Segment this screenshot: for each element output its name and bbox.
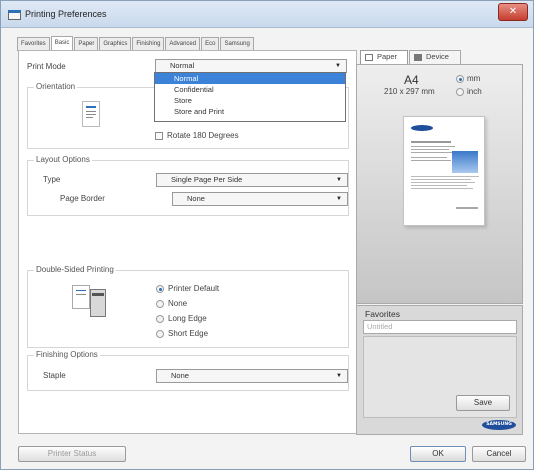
favorites-title: Favorites [365,309,400,319]
window-title: Printing Preferences [25,9,107,19]
preview-tab-paper[interactable]: Paper [360,50,408,64]
duplex-short-edge-radio[interactable] [156,330,164,338]
tab-basic[interactable]: Basic [50,36,74,51]
tab-paper[interactable]: Paper [74,37,99,51]
preview-tab-device-label: Device [426,52,449,61]
print-mode-select[interactable]: Normal ▼ [155,59,347,73]
page-border-value: None [187,194,205,203]
cancel-button[interactable]: Cancel [472,446,526,462]
portrait-page-icon [82,101,100,127]
preview-tab-paper-label: Paper [377,52,398,61]
print-mode-dropdown-list: Normal Confidential Store Store and Prin… [154,72,346,122]
duplex-printing-icon [70,281,110,321]
tab-finishing[interactable]: Finishing [132,37,165,51]
unit-inch-label: inch [467,87,482,96]
orientation-title: Orientation [34,82,78,91]
tab-eco[interactable]: Eco [201,37,220,51]
double-sided-group: Double-Sided Printing Printer Default No… [27,265,349,348]
chevron-down-icon: ▼ [336,196,342,202]
unit-inch-radio[interactable] [456,88,464,96]
staple-value: None [171,371,189,380]
rotate-180-label: Rotate 180 Degrees [167,131,239,140]
preview-tab-device[interactable]: Device [409,50,461,64]
page-preview-image [403,116,485,226]
tab-strip: Favorites Basic Paper Graphics Finishing… [17,36,255,51]
save-button[interactable]: Save [456,395,510,411]
paper-size-label: A4 [404,73,419,87]
print-mode-value: Normal [170,61,195,70]
duplex-long-edge-label: Long Edge [168,314,207,323]
print-mode-option-normal[interactable]: Normal [155,73,345,84]
duplex-short-edge-label: Short Edge [168,329,209,338]
duplex-printer-default-radio[interactable] [156,285,164,293]
page-border-select[interactable]: None ▼ [172,192,348,206]
rotate-180-checkbox[interactable] [155,132,163,140]
device-icon [414,54,422,61]
duplex-printer-default-label: Printer Default [168,284,220,293]
printer-icon [8,10,21,20]
title-bar: Printing Preferences ✕ [1,1,533,28]
finishing-options-title: Finishing Options [34,350,100,359]
paper-dimensions-label: 210 x 297 mm [384,87,435,96]
layout-options-group: Layout Options Type Single Page Per Side… [27,155,349,216]
staple-label: Staple [43,371,66,380]
print-mode-label: Print Mode [27,62,66,71]
duplex-none-label: None [168,299,188,308]
favorites-panel: Favorites Untitled Save [356,305,523,435]
layout-type-label: Type [43,175,61,184]
layout-options-title: Layout Options [34,155,92,164]
print-mode-option-store-and-print[interactable]: Store and Print [155,106,345,117]
printing-preferences-window: Printing Preferences ✕ Favorites Basic P… [0,0,534,470]
print-mode-option-store[interactable]: Store [155,95,345,106]
unit-mm-radio[interactable] [456,75,464,83]
printer-status-button[interactable]: Printer Status [18,446,126,462]
unit-mm-label: mm [467,74,481,83]
chevron-down-icon: ▼ [336,373,342,379]
page-border-label: Page Border [60,194,105,203]
staple-select[interactable]: None ▼ [156,369,348,383]
ok-button[interactable]: OK [410,446,466,462]
finishing-options-group: Finishing Options Staple None ▼ [27,350,349,391]
tab-advanced[interactable]: Advanced [165,37,201,51]
close-button[interactable]: ✕ [498,3,528,21]
samsung-logo: SAMSUNG [482,420,516,430]
preview-side-panel: Paper Device A4 210 x 297 mm mm inch Fav… [356,50,523,435]
favorites-name-field[interactable]: Untitled [363,320,517,334]
chevron-down-icon: ▼ [335,63,341,69]
layout-type-select[interactable]: Single Page Per Side ▼ [156,173,348,187]
double-sided-title: Double-Sided Printing [34,265,116,274]
print-mode-option-confidential[interactable]: Confidential [155,84,345,95]
samsung-logo-small [411,125,433,131]
tab-samsung[interactable]: Samsung [220,37,254,51]
tab-favorites[interactable]: Favorites [17,37,50,51]
chevron-down-icon: ▼ [336,177,342,183]
layout-type-value: Single Page Per Side [171,175,243,184]
tab-graphics[interactable]: Graphics [99,37,132,51]
duplex-none-radio[interactable] [156,300,164,308]
duplex-long-edge-radio[interactable] [156,315,164,323]
paper-icon [365,54,373,61]
paper-preview-area: A4 210 x 297 mm mm inch [356,64,523,304]
